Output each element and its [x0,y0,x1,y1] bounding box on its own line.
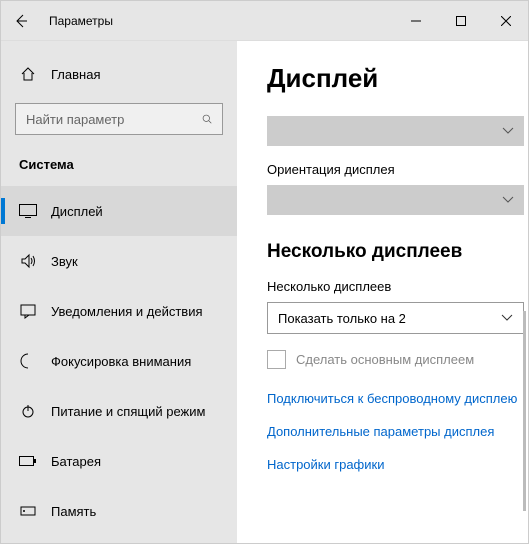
minimize-icon [411,16,421,26]
dropdown-scale[interactable] [267,116,524,146]
focus-icon [19,352,37,370]
chevron-down-icon [502,196,514,204]
power-icon [19,402,37,420]
nav-item-label: Дисплей [51,204,103,219]
multi-displays-heading: Несколько дисплеев [267,241,528,263]
nav-item-display[interactable]: Дисплей [1,186,237,236]
make-main-checkbox-row: Сделать основным дисплеем [267,350,528,369]
chevron-down-icon [501,314,513,322]
home-icon [19,65,37,83]
search-icon [202,112,212,126]
make-main-label: Сделать основным дисплеем [296,352,474,367]
maximize-button[interactable] [438,1,483,41]
page-title: Дисплей [267,63,528,94]
search-box[interactable] [15,103,223,135]
nav-item-label: Звук [51,254,78,269]
nav-item-sound[interactable]: Звук [1,236,237,286]
make-main-checkbox[interactable] [267,350,286,369]
close-button[interactable] [483,1,528,41]
nav-item-notifications[interactable]: Уведомления и действия [1,286,237,336]
link-graphics-settings[interactable]: Настройки графики [267,457,528,472]
battery-icon [19,452,37,470]
chevron-down-icon [502,127,514,135]
nav-home[interactable]: Главная [1,55,237,93]
multi-displays-select[interactable]: Показать только на 2 [267,302,524,334]
section-header: Система [1,151,237,186]
nav-item-label: Уведомления и действия [51,304,203,319]
sound-icon [19,252,37,270]
window-title: Параметры [49,14,113,28]
nav-item-focus[interactable]: Фокусировка внимания [1,336,237,386]
back-button[interactable] [1,1,41,41]
window-controls [393,1,528,41]
search-input[interactable] [26,112,202,127]
scrollbar[interactable] [523,311,526,511]
nav-item-power[interactable]: Питание и спящий режим [1,386,237,436]
nav-item-label: Питание и спящий режим [51,404,205,419]
link-advanced-display[interactable]: Дополнительные параметры дисплея [267,424,528,439]
maximize-icon [456,16,466,26]
storage-icon [19,502,37,520]
minimize-button[interactable] [393,1,438,41]
display-icon [19,202,37,220]
nav-item-battery[interactable]: Батарея [1,436,237,486]
nav-item-storage[interactable]: Память [1,486,237,536]
nav-item-label: Батарея [51,454,101,469]
main-pane: Дисплей Ориентация дисплея Несколько дис… [237,41,528,543]
link-connect-wireless[interactable]: Подключиться к беспроводному дисплею [267,391,528,406]
close-icon [501,16,511,26]
nav-item-label: Память [51,504,96,519]
select-value: Показать только на 2 [278,311,406,326]
titlebar: Параметры [1,1,528,41]
nav-item-label: Фокусировка внимания [51,354,191,369]
notifications-icon [19,302,37,320]
dropdown-orientation[interactable] [267,185,524,215]
arrow-left-icon [13,13,29,29]
orientation-label: Ориентация дисплея [267,162,528,177]
nav-home-label: Главная [51,67,100,82]
sidebar: Главная Система Дисплей Звук Уведомления… [1,41,237,543]
multi-displays-label: Несколько дисплеев [267,279,528,294]
